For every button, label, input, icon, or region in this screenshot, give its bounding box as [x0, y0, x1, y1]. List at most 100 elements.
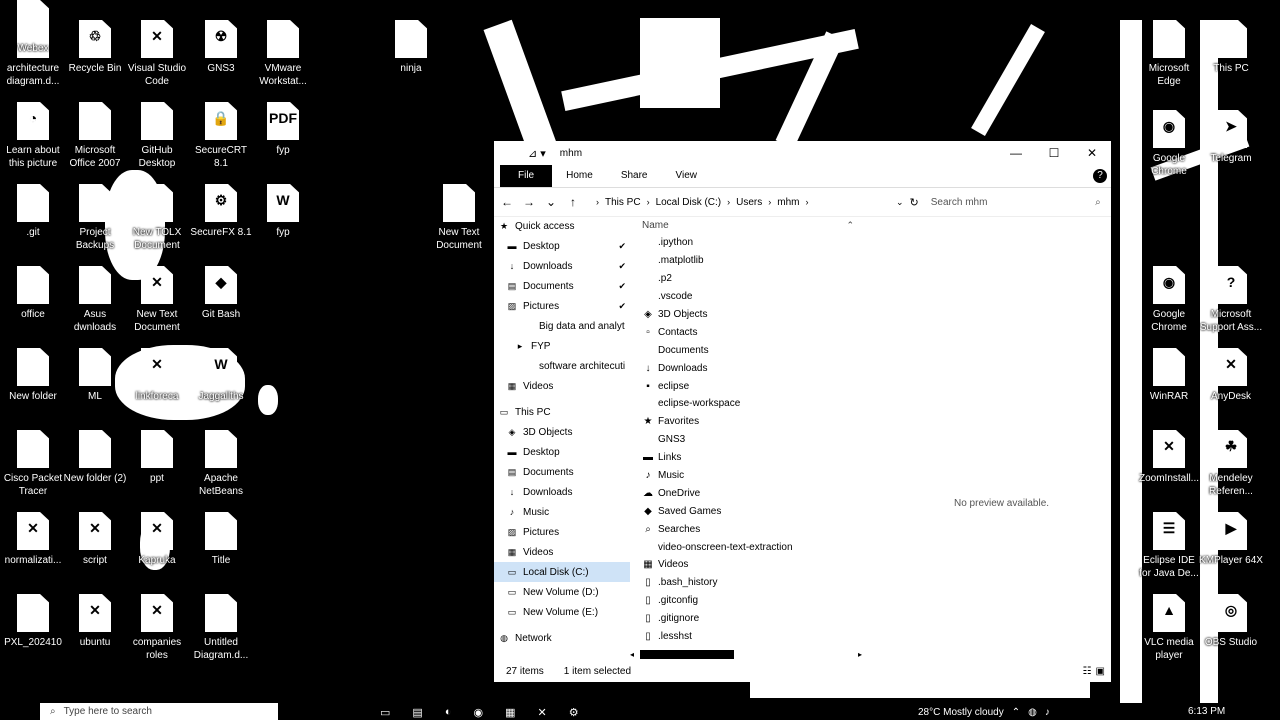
desktop-icon[interactable]: Title	[188, 512, 254, 567]
desktop-icon[interactable]: Asus dwnloads	[62, 266, 128, 334]
file-row[interactable]: GNS3	[630, 431, 870, 449]
tab-share[interactable]: Share	[607, 165, 662, 187]
desktop-icon[interactable]: Untitled Diagram.d...	[188, 594, 254, 662]
file-row[interactable]: ★ Favorites	[630, 413, 870, 431]
breadcrumb-mhm[interactable]: mhm	[777, 197, 799, 208]
nav-item[interactable]: ◍ Network	[494, 628, 630, 648]
file-row[interactable]: ◈ 3D Objects	[630, 306, 870, 324]
desktop-icon[interactable]: W Jaggallths	[188, 348, 254, 403]
close-button[interactable]: ✕	[1073, 141, 1111, 165]
nav-item[interactable]: ▨ Pictures	[494, 522, 630, 542]
file-row[interactable]: ▦ Videos	[630, 556, 870, 574]
file-row[interactable]: .matplotlib	[630, 252, 870, 270]
file-row[interactable]: ▯ .gitconfig	[630, 592, 870, 610]
scroll-left-icon[interactable]: ◂	[630, 650, 634, 659]
desktop-icon[interactable]: ◉ Google Chrome	[1136, 110, 1202, 178]
nav-item[interactable]: ▭ New Volume (E:)	[494, 602, 630, 622]
desktop-icon[interactable]: Microsoft Office 2007	[62, 102, 128, 170]
weather-widget[interactable]: 28°C Mostly cloudy	[918, 707, 1004, 718]
chrome-taskbar-icon[interactable]: ◉	[473, 706, 483, 719]
help-icon[interactable]: ?	[1093, 169, 1107, 183]
nav-item[interactable]: Big data and analyt	[494, 316, 630, 336]
desktop-icon[interactable]: ? Microsoft Support Ass...	[1198, 266, 1264, 334]
nav-item[interactable]: ▤ Documents	[494, 462, 630, 482]
address-dropdown-chevron-icon[interactable]: ⌄	[896, 197, 904, 208]
details-view-icon[interactable]: ☷	[1083, 666, 1092, 677]
nav-item[interactable]: ↓ Downloads ✔	[494, 256, 630, 276]
network-icon[interactable]: ◍	[1028, 707, 1037, 718]
desktop-icon[interactable]: ✕ script	[62, 512, 128, 567]
nav-item[interactable]: ▬ Desktop ✔	[494, 236, 630, 256]
desktop-icon[interactable]: Wfyp	[250, 184, 316, 239]
store-taskbar-icon[interactable]: ▦	[505, 706, 515, 719]
nav-item[interactable]: ▦ Videos	[494, 376, 630, 396]
desktop-icon[interactable]: ✕ ZoomInstall...	[1136, 430, 1202, 485]
desktop-icon[interactable]: New TOLX Document	[124, 184, 190, 252]
desktop-icon[interactable]: ☰ Eclipse IDE for Java De...	[1136, 512, 1202, 580]
desktop-icon[interactable]: ✕ companies roles	[124, 594, 190, 662]
horizontal-scrollbar[interactable]: ◂ ▸	[630, 648, 870, 660]
nav-item[interactable]: ◈ 3D Objects	[494, 422, 630, 442]
column-header-name[interactable]: Name ⌃	[630, 216, 870, 234]
nav-item[interactable]: ★ Quick access	[494, 216, 630, 236]
desktop-icon[interactable]: PXL_202410	[0, 594, 66, 649]
tab-view[interactable]: View	[662, 165, 712, 187]
scrollbar-thumb[interactable]	[640, 649, 734, 659]
nav-item[interactable]: ▭ Local Disk (C:)	[494, 562, 630, 582]
edge-taskbar-icon[interactable]: ◐	[445, 706, 452, 719]
volume-icon[interactable]: ♪	[1045, 707, 1050, 718]
nav-item[interactable]: ▭ This PC	[494, 402, 630, 422]
desktop-icon[interactable]: ◔ Learn about this picture	[0, 102, 66, 170]
file-row[interactable]: eclipse-workspace	[630, 395, 870, 413]
file-row[interactable]: .p2	[630, 270, 870, 288]
file-row[interactable]: video-onscreen-text-extraction	[630, 538, 870, 556]
breadcrumb-this-pc[interactable]: This PC	[605, 197, 641, 208]
address-bar[interactable]: › This PC › Local Disk (C:) › Users › mh…	[596, 197, 876, 208]
quick-access-toolbar-icon[interactable]: ⊿ ▾	[528, 147, 546, 160]
tab-home[interactable]: Home	[552, 165, 607, 187]
desktop-icon[interactable]: ninja	[378, 20, 444, 75]
file-row[interactable]: ⌕ Searches	[630, 520, 870, 538]
vscode-taskbar-icon[interactable]: ✕	[537, 706, 546, 719]
nav-item[interactable]: ▨ Pictures ✔	[494, 296, 630, 316]
desktop-icon[interactable]: ✕ Kapruka	[124, 512, 190, 567]
taskbar-clock[interactable]: 6:13 PM	[1188, 706, 1225, 717]
desktop-icon[interactable]: Microsoft Edge	[1136, 20, 1202, 88]
desktop-icon[interactable]: ◉ Google Chrome	[1136, 266, 1202, 334]
refresh-icon[interactable]: ↻	[910, 196, 919, 209]
maximize-button[interactable]: ☐	[1035, 141, 1073, 165]
nav-item[interactable]: ♪ Music	[494, 502, 630, 522]
file-row[interactable]: ↓ Downloads	[630, 359, 870, 377]
minimize-button[interactable]: —	[997, 141, 1035, 165]
desktop-icon[interactable]: office	[0, 266, 66, 321]
desktop-icon[interactable]: New folder	[0, 348, 66, 403]
tab-file[interactable]: File	[500, 165, 553, 187]
desktop-icon[interactable]: WinRAR	[1136, 348, 1202, 403]
file-row[interactable]: ▫ Contacts	[630, 323, 870, 341]
tray-chevron-icon[interactable]: ⌃	[1012, 707, 1020, 718]
desktop-icon[interactable]: ☘ Mendeley Referen...	[1198, 430, 1264, 498]
desktop-icon[interactable]: .git	[0, 184, 66, 239]
desktop-icon[interactable]: New folder (2)	[62, 430, 128, 485]
file-explorer-taskbar-icon[interactable]: ▤	[412, 706, 422, 719]
file-explorer-window[interactable]: ⊿ ▾ mhm — ☐ ✕ File Home Share View ? ← →…	[494, 141, 1111, 682]
nav-item[interactable]: ▭ New Volume (D:)	[494, 582, 630, 602]
desktop-icon[interactable]: ✕ ubuntu	[62, 594, 128, 649]
large-icons-view-icon[interactable]: ▣	[1096, 666, 1105, 677]
back-arrow-icon[interactable]: ←	[498, 195, 516, 209]
desktop-icon[interactable]: ◆ Git Bash	[188, 266, 254, 321]
breadcrumb-users[interactable]: Users	[736, 197, 762, 208]
desktop-icon[interactable]: Apache NetBeans	[188, 430, 254, 498]
desktop-icon[interactable]: Webex	[0, 0, 66, 55]
search-input[interactable]: Search mhm ⌕	[925, 192, 1107, 212]
taskbar-search-input[interactable]: ⌕ Type here to search	[40, 703, 278, 720]
desktop-icon[interactable]: Cisco Packet Tracer	[0, 430, 66, 498]
nav-item[interactable]: ↓ Downloads	[494, 482, 630, 502]
desktop-icon[interactable]: Project Backups	[62, 184, 128, 252]
file-row[interactable]: ▯ .lesshst	[630, 628, 870, 646]
file-row[interactable]: ▬ Links	[630, 449, 870, 467]
desktop-icon[interactable]: ◎ OBS Studio	[1198, 594, 1264, 649]
file-row[interactable]: Documents	[630, 341, 870, 359]
desktop-icon[interactable]: 🔒 SecureCRT 8.1	[188, 102, 254, 170]
desktop-icon[interactable]: ppt	[124, 430, 190, 485]
